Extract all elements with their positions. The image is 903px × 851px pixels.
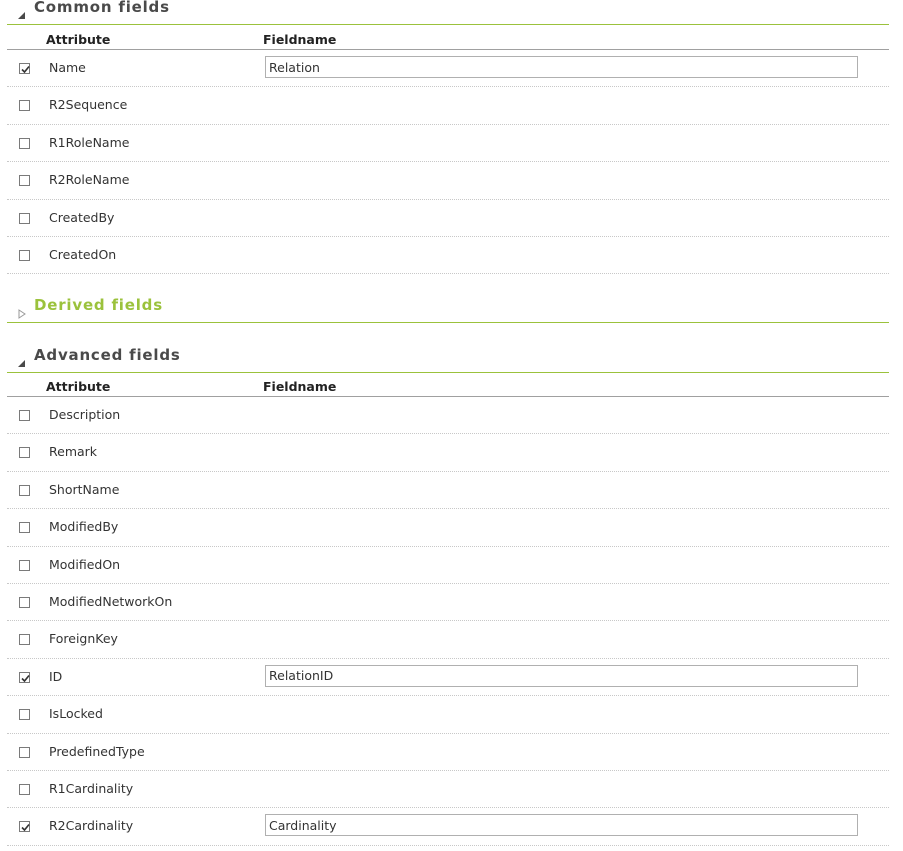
- table-row: R2Sequence: [7, 87, 889, 125]
- attribute-label: CreatedOn: [49, 247, 117, 262]
- column-header-row: Attribute Fieldname: [7, 374, 889, 397]
- column-header-fieldname: Fieldname: [263, 32, 337, 47]
- checkmark-icon: [21, 824, 30, 832]
- attribute-checkbox[interactable]: [19, 484, 30, 496]
- attribute-label: R1RoleName: [49, 134, 130, 150]
- expand-triangle-icon[interactable]: [17, 304, 27, 319]
- section-title: Advanced fields: [34, 346, 181, 364]
- table-row: ModifiedBy: [7, 509, 889, 547]
- attribute-label: ID: [49, 668, 63, 684]
- attribute-checkbox[interactable]: [19, 634, 30, 646]
- table-row: Description: [7, 397, 889, 435]
- table-row: CreatedBy: [7, 200, 889, 237]
- section-header-derived-fields[interactable]: Derived fields: [7, 296, 889, 323]
- attribute-checkbox[interactable]: [19, 410, 30, 421]
- attribute-checkbox[interactable]: [19, 250, 30, 261]
- table-row: ModifiedOn: [7, 547, 889, 584]
- table-row: ForeignKey: [7, 621, 889, 659]
- attribute-checkbox[interactable]: [19, 559, 30, 571]
- column-header-attribute: Attribute: [46, 32, 111, 47]
- table-row: PredefinedType: [7, 734, 889, 771]
- column-header-row: Attribute Fieldname: [7, 27, 889, 50]
- table-row: R1Cardinality: [7, 771, 889, 809]
- attribute-checkbox[interactable]: [19, 746, 30, 758]
- table-row: ID: [7, 659, 889, 697]
- attribute-checkbox[interactable]: [19, 212, 30, 224]
- attribute-label: Name: [49, 60, 86, 75]
- attribute-checkbox[interactable]: [19, 522, 30, 534]
- table-row: Remark: [7, 434, 889, 472]
- attribute-checkbox[interactable]: [19, 821, 30, 833]
- attribute-checkbox[interactable]: [19, 709, 30, 721]
- attribute-label: Remark: [49, 444, 98, 460]
- attribute-label: CreatedBy: [49, 209, 115, 225]
- attribute-label: ModifiedBy: [49, 519, 119, 535]
- table-row: R1RoleName: [7, 125, 889, 163]
- table-row: ShortName: [7, 472, 889, 510]
- section-title: Common fields: [34, 0, 170, 16]
- table-row: CreatedOn: [7, 237, 889, 275]
- checkmark-icon: [21, 65, 30, 74]
- attribute-label: ModifiedNetworkOn: [49, 594, 173, 609]
- attribute-label: Description: [49, 407, 121, 422]
- attribute-label: R1Cardinality: [49, 781, 134, 796]
- column-header-fieldname: Fieldname: [263, 379, 337, 394]
- attribute-checkbox[interactable]: [19, 784, 30, 795]
- attribute-label: ForeignKey: [49, 631, 118, 647]
- collapse-triangle-icon[interactable]: [17, 354, 27, 367]
- table-row: R2Cardinality: [7, 808, 889, 846]
- attribute-label: R2Sequence: [49, 97, 128, 113]
- fieldname-input[interactable]: [265, 56, 858, 78]
- attribute-checkbox[interactable]: [19, 447, 30, 459]
- section-header-common-fields[interactable]: Common fields: [7, 0, 889, 25]
- attribute-checkbox[interactable]: [19, 63, 30, 74]
- attribute-checkbox[interactable]: [19, 597, 30, 608]
- fieldname-input[interactable]: [265, 814, 858, 837]
- attribute-checkbox[interactable]: [19, 100, 30, 112]
- attribute-label: ShortName: [49, 481, 120, 497]
- table-row: IsLocked: [7, 696, 889, 734]
- table-row: Name: [7, 50, 889, 88]
- attribute-label: R2RoleName: [49, 172, 130, 188]
- attribute-label: IsLocked: [49, 706, 103, 722]
- attribute-label: R2Cardinality: [49, 818, 134, 834]
- column-header-attribute: Attribute: [46, 379, 111, 394]
- section-header-advanced-fields[interactable]: Advanced fields: [7, 346, 889, 373]
- table-row: ModifiedNetworkOn: [7, 584, 889, 622]
- attribute-checkbox[interactable]: [19, 137, 30, 149]
- section-title: Derived fields: [34, 296, 163, 314]
- fieldname-input[interactable]: [265, 664, 858, 687]
- attribute-label: ModifiedOn: [49, 556, 121, 572]
- attribute-checkbox[interactable]: [19, 671, 30, 683]
- attribute-checkbox[interactable]: [19, 175, 30, 187]
- attribute-label: PredefinedType: [49, 743, 145, 759]
- collapse-triangle-icon[interactable]: [17, 6, 27, 19]
- checkmark-icon: [21, 674, 30, 682]
- table-row: R2RoleName: [7, 162, 889, 200]
